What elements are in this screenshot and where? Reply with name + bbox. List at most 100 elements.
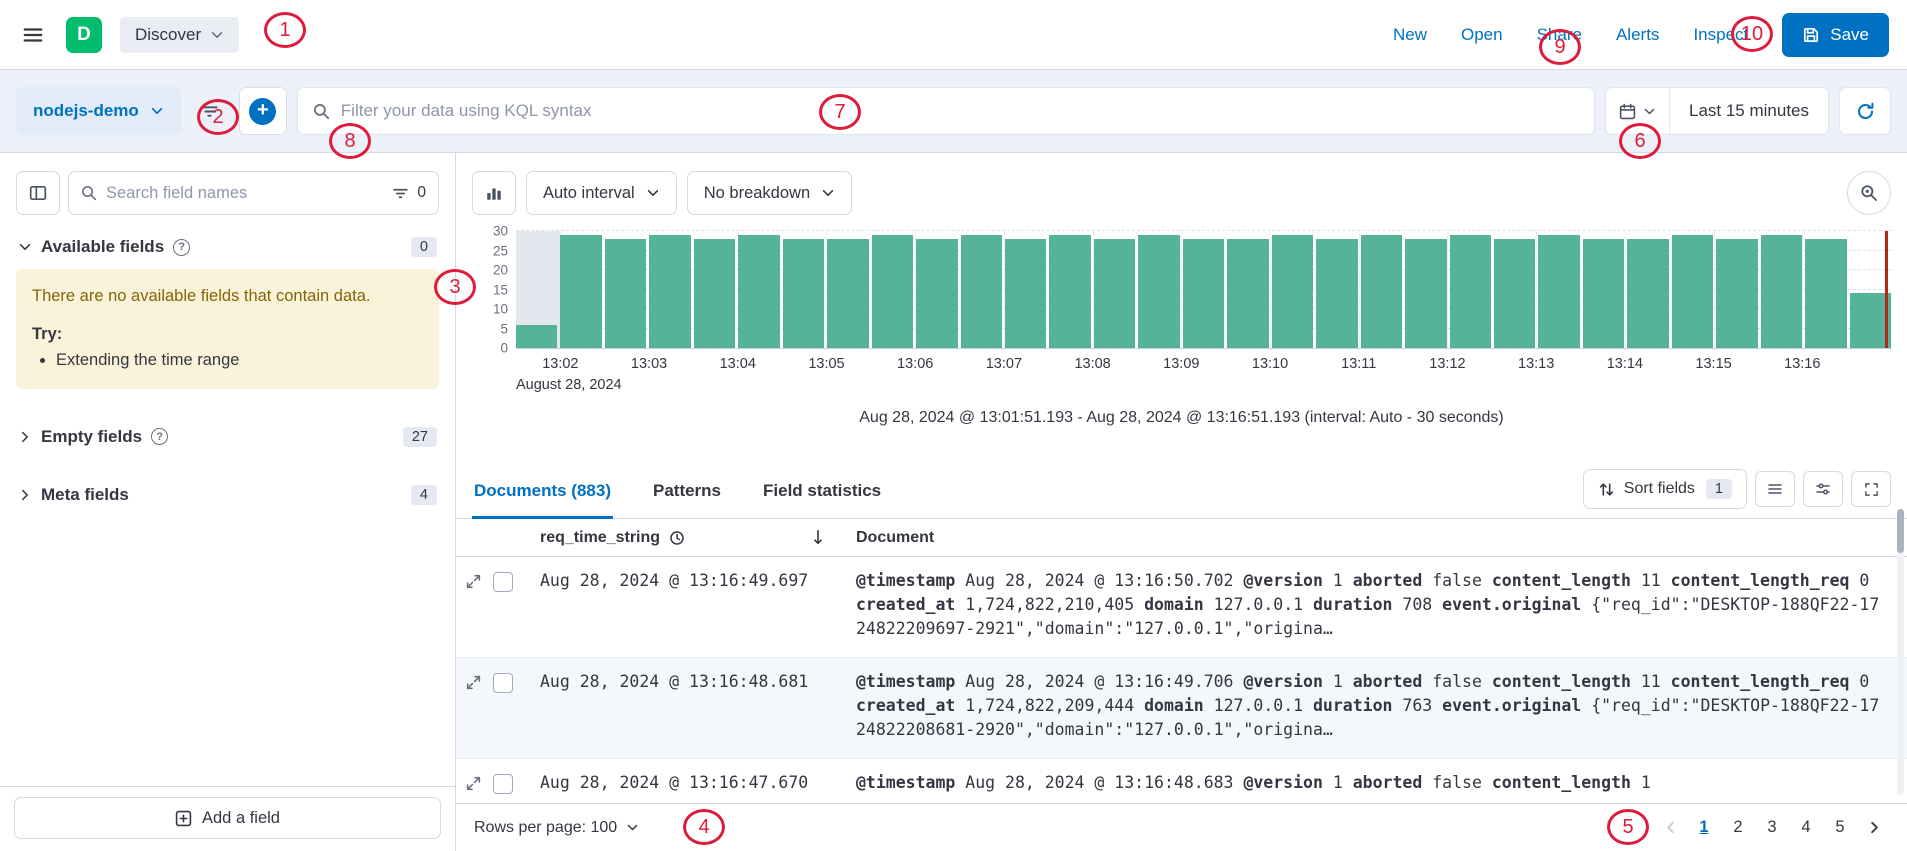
pagination-page-4[interactable]: 4 <box>1791 812 1821 844</box>
histogram-bar[interactable] <box>1405 239 1446 348</box>
pagination-page-3[interactable]: 3 <box>1757 812 1787 844</box>
field-name: @timestamp <box>856 571 955 590</box>
pagination-page-1[interactable]: 1 <box>1689 812 1719 844</box>
histogram-bar[interactable] <box>1005 239 1046 348</box>
histogram-bar[interactable] <box>1716 239 1757 348</box>
field-name: event.original <box>1442 696 1581 715</box>
histogram-bar[interactable] <box>916 239 957 348</box>
menu-icon[interactable] <box>18 20 48 50</box>
document-cell[interactable]: @timestamp Aug 28, 2024 @ 13:16:50.702 @… <box>840 569 1907 641</box>
histogram-bar[interactable] <box>1761 235 1802 348</box>
histogram-bar[interactable] <box>1138 235 1179 348</box>
tab-documents-883[interactable]: Documents (883) <box>472 481 613 519</box>
pagination-prev-button[interactable] <box>1655 812 1685 844</box>
histogram-bar[interactable] <box>1361 235 1402 348</box>
kql-input[interactable] <box>341 101 1579 121</box>
calendar-button[interactable] <box>1606 88 1670 134</box>
histogram-bar[interactable] <box>1538 235 1579 348</box>
field-name: content_length <box>1492 773 1631 792</box>
date-picker: Last 15 minutes <box>1605 87 1829 135</box>
breakdown-select[interactable]: No breakdown <box>687 171 852 215</box>
histogram-bar[interactable] <box>1227 239 1268 348</box>
refresh-button[interactable] <box>1839 87 1891 135</box>
histogram-bar[interactable] <box>1672 235 1713 348</box>
chevron-down-icon <box>626 821 639 834</box>
filter-by-type-button[interactable]: 0 <box>392 184 426 202</box>
sidebar-group-empty-fields[interactable]: Empty fields?27 <box>18 427 437 447</box>
histogram-bar[interactable] <box>560 235 601 348</box>
filter-menu-icon[interactable] <box>191 87 229 135</box>
req-time-cell[interactable]: Aug 28, 2024 @ 13:16:49.697 <box>540 569 840 641</box>
tab-patterns[interactable]: Patterns <box>651 481 723 519</box>
breadcrumb[interactable]: Discover <box>120 17 239 53</box>
available-fields-header[interactable]: Available fields ? 0 <box>18 237 437 257</box>
add-field-button[interactable]: Add a field <box>14 797 441 839</box>
add-filter-button[interactable]: + <box>239 87 287 135</box>
edit-visualization-button[interactable] <box>472 171 516 215</box>
sort-fields-count-badge: 1 <box>1706 479 1732 499</box>
row-checkbox[interactable] <box>493 673 513 693</box>
sort-fields-button[interactable]: Sort fields 1 <box>1583 469 1747 509</box>
histogram-bar[interactable] <box>1627 239 1668 348</box>
help-icon[interactable]: ? <box>151 428 168 445</box>
fullscreen-button[interactable] <box>1851 471 1891 507</box>
histogram-bar[interactable] <box>1272 235 1313 348</box>
scrollbar-thumb[interactable] <box>1897 509 1904 553</box>
scrollbar[interactable] <box>1897 509 1904 795</box>
grid-settings-button[interactable] <box>1803 471 1843 507</box>
histogram-bar[interactable] <box>1805 239 1846 348</box>
sidebar-group-meta-fields[interactable]: Meta fields4 <box>18 485 437 505</box>
data-view-picker[interactable]: nodejs-demo <box>16 87 181 135</box>
expand-row-icon[interactable] <box>464 673 483 692</box>
row-checkbox[interactable] <box>493 774 513 794</box>
collapse-sidebar-button[interactable] <box>16 171 60 215</box>
req-time-cell[interactable]: Aug 28, 2024 @ 13:16:48.681 <box>540 670 840 742</box>
rows-per-page-button[interactable]: Rows per page: 100 <box>474 819 639 837</box>
callout-suggestion: Extending the time range <box>56 349 423 373</box>
nav-link-alerts[interactable]: Alerts <box>1616 25 1659 45</box>
histogram-bar[interactable] <box>783 239 824 348</box>
document-cell[interactable]: @timestamp Aug 28, 2024 @ 13:16:48.683 @… <box>840 771 1907 803</box>
histogram-bar[interactable] <box>649 235 690 348</box>
histogram-bar[interactable] <box>872 235 913 348</box>
nav-link-new[interactable]: New <box>1393 25 1427 45</box>
histogram-bar[interactable] <box>738 235 779 348</box>
row-checkbox[interactable] <box>493 572 513 592</box>
time-column-header[interactable]: req_time_string <box>540 529 660 547</box>
help-icon[interactable]: ? <box>173 239 190 256</box>
histogram-bar[interactable] <box>694 239 735 348</box>
chart-options-button[interactable] <box>1847 171 1891 215</box>
nav-link-open[interactable]: Open <box>1461 25 1503 45</box>
histogram-bar[interactable] <box>1450 235 1491 348</box>
nav-link-inspect[interactable]: Inspect <box>1693 25 1748 45</box>
req-time-cell[interactable]: Aug 28, 2024 @ 13:16:47.670 <box>540 771 840 803</box>
histogram-bar[interactable] <box>1094 239 1135 348</box>
sort-descending-icon[interactable]: ↓ <box>810 527 840 549</box>
document-cell[interactable]: @timestamp Aug 28, 2024 @ 13:16:49.706 @… <box>840 670 1907 742</box>
histogram-bar[interactable] <box>605 239 646 348</box>
space-avatar[interactable]: D <box>66 17 102 53</box>
pagination-page-2[interactable]: 2 <box>1723 812 1753 844</box>
expand-row-icon[interactable] <box>464 572 483 591</box>
field-name: @timestamp <box>856 672 955 691</box>
histogram-bar[interactable] <box>961 235 1002 348</box>
nav-link-share[interactable]: Share <box>1537 25 1582 45</box>
y-axis-tick-label: 30 <box>474 224 508 239</box>
histogram-bar[interactable] <box>827 239 868 348</box>
histogram-bar[interactable] <box>1494 239 1535 348</box>
histogram-bar[interactable] <box>1583 239 1624 348</box>
interval-select[interactable]: Auto interval <box>526 171 677 215</box>
histogram-bar[interactable] <box>1049 235 1090 348</box>
histogram-bar[interactable] <box>1316 239 1357 348</box>
pagination-page-5[interactable]: 5 <box>1825 812 1855 844</box>
histogram-bar[interactable] <box>1183 239 1224 348</box>
chevron-right-icon <box>1867 820 1882 835</box>
time-range-button[interactable]: Last 15 minutes <box>1670 101 1828 121</box>
display-density-button[interactable] <box>1755 471 1795 507</box>
field-search-input[interactable] <box>106 184 383 203</box>
pagination-next-button[interactable] <box>1859 812 1889 844</box>
histogram-bar[interactable] <box>516 325 557 348</box>
expand-row-icon[interactable] <box>464 774 483 793</box>
tab-field-statistics[interactable]: Field statistics <box>761 481 883 519</box>
save-button[interactable]: Save <box>1782 13 1889 57</box>
